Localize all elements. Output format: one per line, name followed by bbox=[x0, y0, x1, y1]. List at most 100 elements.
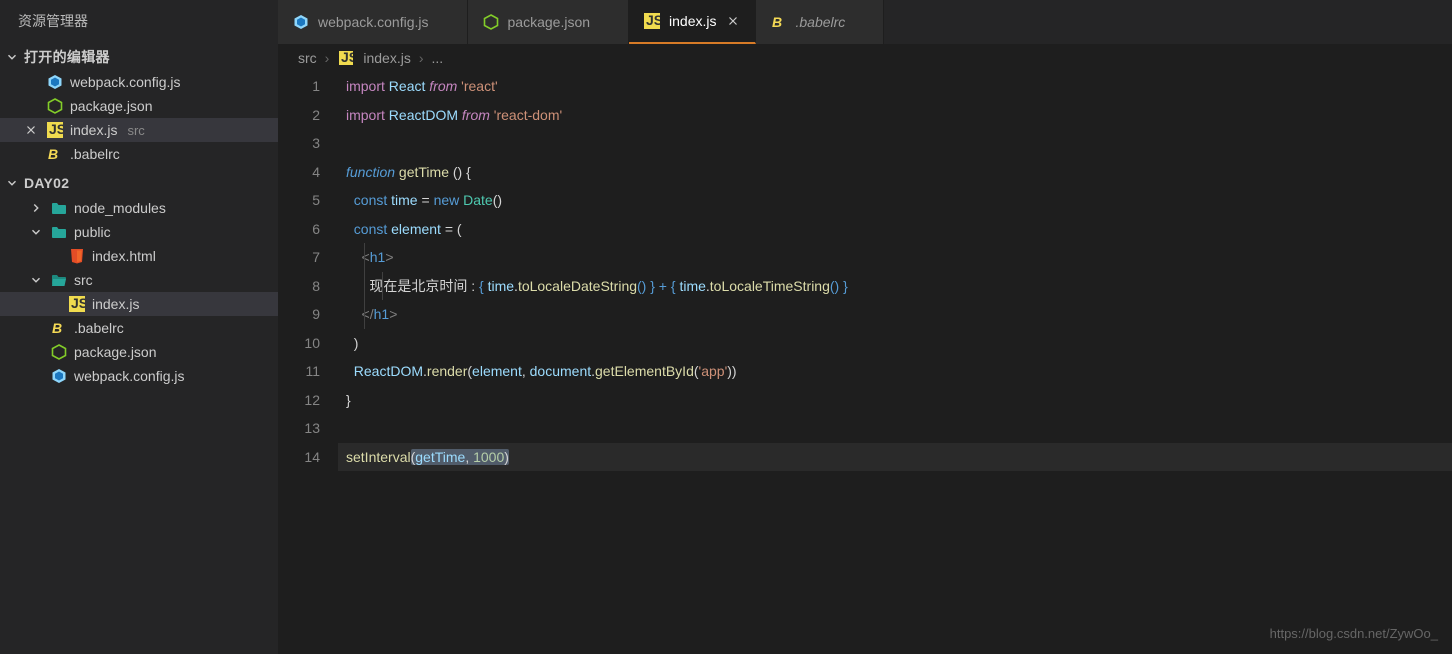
editor-tab[interactable]: JSindex.js bbox=[629, 0, 755, 44]
folder-item[interactable]: src bbox=[0, 268, 278, 292]
file-tree: node_modulespublic index.html src JS index.j… bbox=[0, 196, 278, 388]
html5-icon bbox=[68, 247, 86, 265]
line-number: 6 bbox=[278, 215, 320, 244]
open-editors-header[interactable]: 打开的编辑器 bbox=[0, 44, 278, 70]
close-icon[interactable] bbox=[725, 13, 741, 29]
open-editor-path: src bbox=[127, 123, 144, 138]
chevron-down-icon bbox=[28, 272, 44, 288]
file-item[interactable]: package.json bbox=[0, 340, 278, 364]
line-number: 3 bbox=[278, 129, 320, 158]
svg-text:JS: JS bbox=[646, 13, 660, 28]
close-icon[interactable] bbox=[22, 121, 40, 139]
open-editors-list: webpack.config.js package.json JS index.js s… bbox=[0, 70, 278, 166]
chevron-right-icon: › bbox=[419, 50, 424, 66]
tab-bar: webpack.config.jspackage.jsonJSindex.jsB… bbox=[278, 0, 1452, 44]
watermark-text: https://blog.csdn.net/ZywOo_ bbox=[1270, 620, 1438, 649]
code-line[interactable]: <h1> bbox=[346, 243, 1452, 272]
file-item[interactable]: B .babelrc bbox=[0, 316, 278, 340]
workspace-section: DAY02 node_modulespublic index.html src JS i… bbox=[0, 168, 278, 390]
open-editor-item[interactable]: JS index.js src bbox=[0, 118, 278, 142]
svg-text:JS: JS bbox=[71, 296, 85, 311]
editor-tab[interactable]: webpack.config.js bbox=[278, 0, 468, 44]
babel-icon: B bbox=[770, 13, 788, 31]
tree-item-name: index.js bbox=[92, 296, 139, 312]
code-line[interactable]: function getTime () { bbox=[346, 158, 1452, 187]
breadcrumb[interactable]: src › JS index.js › ... bbox=[278, 44, 1452, 72]
code-line[interactable]: const time = new Date() bbox=[346, 186, 1452, 215]
file-item[interactable]: webpack.config.js bbox=[0, 364, 278, 388]
file-item[interactable]: index.html bbox=[0, 244, 278, 268]
breadcrumb-segment[interactable]: ... bbox=[431, 50, 443, 66]
workspace-header[interactable]: DAY02 bbox=[0, 170, 278, 196]
code-line[interactable]: import React from 'react' bbox=[346, 72, 1452, 101]
folder-item[interactable]: node_modules bbox=[0, 196, 278, 220]
line-number: 11 bbox=[278, 357, 320, 386]
line-number: 8 bbox=[278, 272, 320, 301]
chevron-down-icon bbox=[4, 49, 20, 65]
open-editor-item[interactable]: webpack.config.js bbox=[0, 70, 278, 94]
tree-item-name: .babelrc bbox=[74, 320, 124, 336]
code-line[interactable]: 现在是北京时间 : { time.toLocaleDateString() } … bbox=[346, 272, 1452, 301]
open-editor-item[interactable]: B.babelrc bbox=[0, 142, 278, 166]
tab-name: webpack.config.js bbox=[318, 14, 429, 30]
svg-text:JS: JS bbox=[341, 51, 353, 65]
js-icon: JS bbox=[46, 121, 64, 139]
code-line[interactable]: } bbox=[346, 386, 1452, 415]
line-number: 13 bbox=[278, 414, 320, 443]
breadcrumb-segment[interactable]: index.js bbox=[363, 50, 410, 66]
webpack-icon bbox=[46, 73, 64, 91]
breadcrumb-segment[interactable]: src bbox=[298, 50, 317, 66]
editor-area: webpack.config.jspackage.jsonJSindex.jsB… bbox=[278, 0, 1452, 654]
tab-name: package.json bbox=[508, 14, 591, 30]
line-number-gutter: 1234567891011121314 bbox=[278, 72, 338, 654]
folder-teal-icon bbox=[50, 223, 68, 241]
code-line[interactable]: setInterval(getTime, 1000) bbox=[346, 443, 1452, 472]
open-editor-name: index.js bbox=[70, 122, 117, 138]
code-line[interactable] bbox=[346, 414, 1452, 443]
file-item[interactable]: JS index.js bbox=[0, 292, 278, 316]
workspace-label: DAY02 bbox=[24, 175, 69, 191]
sidebar: 资源管理器 打开的编辑器 webpack.config.js package.js… bbox=[0, 0, 278, 654]
folder-item[interactable]: public bbox=[0, 220, 278, 244]
tree-item-name: index.html bbox=[92, 248, 156, 264]
line-number: 9 bbox=[278, 300, 320, 329]
open-editor-item[interactable]: package.json bbox=[0, 94, 278, 118]
open-editors-section: 打开的编辑器 webpack.config.js package.json JS in… bbox=[0, 42, 278, 168]
code-lines[interactable]: import React from 'react' import ReactDO… bbox=[338, 72, 1452, 654]
chevron-down-icon bbox=[4, 175, 20, 191]
babel-icon: B bbox=[46, 145, 64, 163]
line-number: 12 bbox=[278, 386, 320, 415]
code-line[interactable]: </h1> bbox=[346, 300, 1452, 329]
tree-item-name: webpack.config.js bbox=[74, 368, 185, 384]
webpack-icon bbox=[50, 367, 68, 385]
line-number: 4 bbox=[278, 158, 320, 187]
code-line[interactable] bbox=[346, 129, 1452, 158]
js-icon: JS bbox=[337, 49, 355, 67]
js-icon: JS bbox=[68, 295, 86, 313]
line-number: 1 bbox=[278, 72, 320, 101]
code-line[interactable]: const element = ( bbox=[346, 215, 1452, 244]
chevron-right-icon: › bbox=[325, 50, 330, 66]
editor-tab[interactable]: B .babelrc bbox=[756, 0, 885, 44]
js-icon: JS bbox=[643, 12, 661, 30]
svg-text:JS: JS bbox=[49, 122, 63, 137]
webpack-icon bbox=[292, 13, 310, 31]
folder-teal-open-icon bbox=[50, 271, 68, 289]
line-number: 14 bbox=[278, 443, 320, 472]
nodejs-icon bbox=[50, 343, 68, 361]
svg-text:B: B bbox=[52, 320, 62, 336]
line-number: 7 bbox=[278, 243, 320, 272]
folder-teal-icon bbox=[50, 199, 68, 217]
nodejs-icon bbox=[46, 97, 64, 115]
sidebar-title-text: 资源管理器 bbox=[18, 11, 88, 31]
chevron-right-icon bbox=[28, 200, 44, 216]
code-line[interactable]: ) bbox=[346, 329, 1452, 358]
app-root: 资源管理器 打开的编辑器 webpack.config.js package.js… bbox=[0, 0, 1452, 654]
editor-tab[interactable]: package.json bbox=[468, 0, 630, 44]
code-editor[interactable]: 1234567891011121314 import React from 'r… bbox=[278, 72, 1452, 654]
tree-item-name: node_modules bbox=[74, 200, 166, 216]
code-line[interactable]: import ReactDOM from 'react-dom' bbox=[346, 101, 1452, 130]
tab-name: .babelrc bbox=[796, 14, 846, 30]
code-line[interactable]: ReactDOM.render(element, document.getEle… bbox=[346, 357, 1452, 386]
open-editor-name: webpack.config.js bbox=[70, 74, 181, 90]
